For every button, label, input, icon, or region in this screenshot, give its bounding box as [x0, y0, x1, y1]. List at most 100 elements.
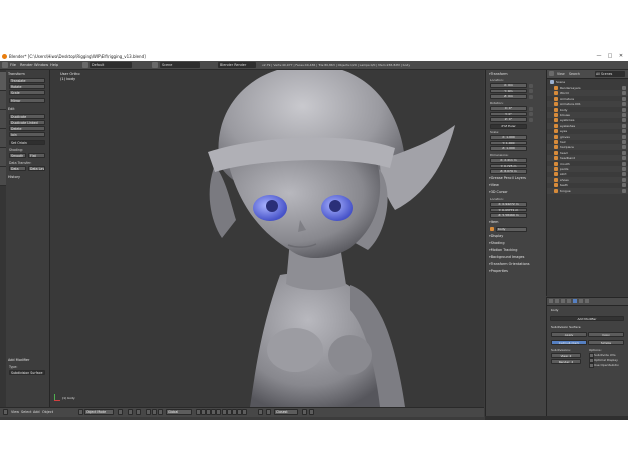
visibility-eye-icon[interactable]	[622, 96, 626, 101]
rotate-manipulator-icon[interactable]	[152, 409, 157, 415]
tab-animation[interactable]	[0, 129, 6, 148]
data-button[interactable]: Data	[9, 166, 26, 171]
visibility-eye-icon[interactable]	[622, 86, 626, 90]
dimension-z-field[interactable]: Z: 8.079 m	[490, 169, 527, 174]
cursor-z-field[interactable]: Z: 5.58469 m	[490, 213, 527, 218]
grease-pencil-header[interactable]: Grease Pencil Layers	[489, 176, 526, 181]
rotation-z-field[interactable]: Z: 0°	[490, 117, 527, 122]
editor-type-icon[interactable]	[3, 409, 8, 415]
visibility-eye-icon[interactable]	[622, 183, 626, 188]
history-panel-header[interactable]: History	[8, 175, 20, 180]
modifier-type-select[interactable]: Subdivision Surface	[9, 370, 45, 375]
character-model[interactable]	[50, 70, 484, 407]
object-tab-icon[interactable]	[567, 299, 571, 303]
scene-tab-icon[interactable]	[555, 299, 559, 303]
select-menu[interactable]: Select	[21, 409, 31, 415]
menu-window[interactable]: Window	[34, 62, 48, 68]
rotate-button[interactable]: Rotate	[9, 84, 45, 89]
flat-button[interactable]: Flat	[28, 153, 45, 158]
outliner-view-menu[interactable]: View	[557, 71, 565, 77]
visibility-eye-icon[interactable]	[622, 156, 626, 161]
minimize-button[interactable]: —	[594, 52, 604, 61]
display-panel-header[interactable]: Display	[489, 234, 504, 239]
visibility-eye-icon[interactable]	[622, 177, 626, 182]
visibility-eye-icon[interactable]	[622, 145, 626, 150]
add-modifier-button[interactable]: Add Modifier	[550, 316, 624, 321]
location-y-field[interactable]: Y: 0m	[490, 88, 527, 93]
translate-button[interactable]: Translate	[9, 78, 45, 83]
scale-x-field[interactable]: X: 1.000	[490, 135, 527, 140]
outliner-row[interactable]: tongue	[547, 187, 628, 194]
visibility-eye-icon[interactable]	[622, 113, 626, 117]
transform-panel-header[interactable]: Transform	[489, 72, 508, 77]
add-modifier-header[interactable]: Add Modifier	[8, 358, 29, 363]
shading-icon[interactable]	[118, 409, 123, 415]
scale-z-field[interactable]: Z: 1.000	[490, 146, 527, 151]
transform-panel-header[interactable]: Transform	[8, 72, 25, 77]
dimension-x-field[interactable]: X: 2.411 m	[490, 158, 527, 163]
visibility-eye-icon[interactable]	[622, 107, 626, 112]
simple-button[interactable]: Simple	[588, 340, 624, 345]
background-images-header[interactable]: Background Images	[489, 255, 525, 260]
catmull-clark-button[interactable]: Catmull-Clark	[551, 340, 587, 345]
3d-viewport[interactable]: User Ortho (1) body (1) body	[50, 70, 484, 407]
tab-create[interactable]	[0, 91, 6, 110]
tab-physics[interactable]	[0, 148, 6, 167]
cursor-x-field[interactable]: X: 0.94272 m	[490, 202, 527, 207]
join-button[interactable]: Join	[9, 132, 45, 137]
visibility-eye-icon[interactable]	[622, 161, 626, 166]
visibility-eye-icon[interactable]	[622, 167, 626, 171]
world-tab-icon[interactable]	[561, 299, 565, 303]
tab-relations[interactable]	[0, 110, 6, 129]
visibility-eye-icon[interactable]	[622, 102, 626, 107]
duplicate-linked-button[interactable]: Duplicate Linked	[9, 120, 45, 125]
scale-y-field[interactable]: Y: 1.000	[490, 140, 527, 145]
menu-file[interactable]: File	[10, 62, 16, 68]
cursor-panel-header[interactable]: 3D Cursor	[489, 190, 508, 195]
mirror-button[interactable]: Mirror	[9, 98, 45, 103]
visibility-eye-icon[interactable]	[622, 188, 626, 193]
display-mode-select[interactable]: All Scenes	[595, 71, 625, 77]
item-name-field[interactable]: body	[496, 227, 527, 232]
motion-tracking-header[interactable]: Motion Tracking	[489, 248, 518, 253]
duplicate-button[interactable]: Duplicate	[9, 114, 45, 119]
view-panel-header[interactable]: View	[489, 183, 499, 188]
edit-panel-header[interactable]: Edit	[8, 107, 15, 112]
view-menu[interactable]: View	[11, 409, 19, 415]
close-button[interactable]: ✕	[616, 52, 626, 61]
visibility-eye-icon[interactable]	[622, 150, 626, 155]
item-panel-header[interactable]: Item	[489, 220, 499, 225]
visibility-eye-icon[interactable]	[622, 140, 626, 144]
data-tab-icon[interactable]	[579, 299, 583, 303]
translate-manipulator-icon[interactable]	[146, 409, 151, 415]
material-tab-icon[interactable]	[585, 299, 589, 303]
smooth-button[interactable]: Smooth	[9, 153, 26, 158]
modifier-name[interactable]: Subdivision Surface	[551, 325, 581, 329]
rotation-x-field[interactable]: X: 0°	[490, 106, 527, 111]
properties-panel-header[interactable]: Properties	[489, 269, 508, 274]
visibility-eye-icon[interactable]	[622, 129, 626, 134]
data-layout-button[interactable]: Data Layout	[28, 166, 45, 171]
scale-button[interactable]: Scale	[9, 90, 45, 95]
render-tab-icon[interactable]	[549, 299, 553, 303]
pivot-icon[interactable]	[128, 409, 133, 415]
render-engine-select[interactable]: Blender Render	[218, 62, 256, 68]
render-levels-field[interactable]: Render: 2	[551, 359, 581, 364]
visibility-eye-icon[interactable]	[622, 91, 626, 96]
layer-5-icon[interactable]	[216, 409, 221, 415]
camera-icon[interactable]	[309, 409, 314, 415]
object-menu[interactable]: Object	[42, 409, 53, 415]
location-x-field[interactable]: X: 0m	[490, 83, 527, 88]
location-z-field[interactable]: Z: 0m	[490, 94, 527, 99]
lock-icon[interactable]	[529, 94, 533, 99]
lock-icon[interactable]	[529, 89, 533, 93]
lock-icon[interactable]	[529, 117, 533, 122]
rotation-mode-select[interactable]: XYZ Euler	[490, 124, 527, 129]
visibility-eye-icon[interactable]	[622, 134, 626, 139]
transform-orientations-header[interactable]: Transform Orientations	[489, 262, 530, 267]
proportional-edit-icon[interactable]	[258, 409, 263, 415]
modifier-tab-icon[interactable]	[573, 299, 577, 303]
tab-grease-pencil[interactable]	[0, 167, 6, 186]
screen-layout-select[interactable]: Default	[90, 62, 132, 68]
rotation-y-field[interactable]: Y: 0°	[490, 111, 527, 116]
